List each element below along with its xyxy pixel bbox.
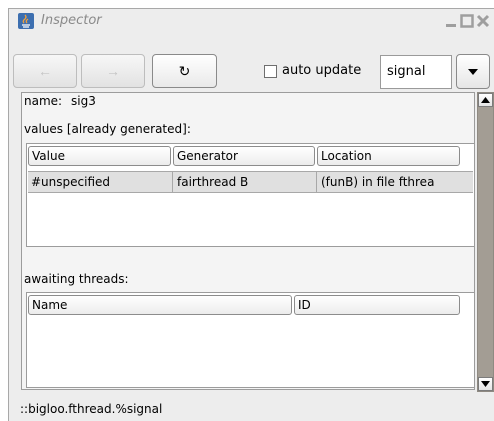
chevron-down-icon xyxy=(468,68,478,75)
arrow-up-icon xyxy=(481,97,490,103)
column-header-id[interactable]: ID xyxy=(294,295,460,315)
forward-arrow-icon: → xyxy=(106,63,120,79)
title-bar[interactable]: Inspector xyxy=(9,9,494,33)
column-header-location[interactable]: Location xyxy=(317,146,460,166)
column-divider xyxy=(316,172,317,192)
status-bar-text: ::bigloo.fthread.%signal xyxy=(20,402,163,416)
column-divider xyxy=(172,172,173,192)
auto-update-checkbox[interactable] xyxy=(264,65,277,78)
details-panel: name: sig3 values [already generated]: V… xyxy=(21,92,475,390)
forward-button[interactable]: → xyxy=(81,54,145,88)
window-title: Inspector xyxy=(41,13,102,28)
back-button[interactable]: ← xyxy=(13,54,77,88)
column-header-value[interactable]: Value xyxy=(28,146,171,166)
column-header-generator[interactable]: Generator xyxy=(173,146,315,166)
values-section-title: values [already generated]: xyxy=(24,122,191,136)
type-dropdown-button[interactable] xyxy=(456,54,490,89)
type-select[interactable]: signal xyxy=(380,55,452,89)
table-row[interactable]: #unspecified fairthread B (funB) in file… xyxy=(28,171,473,193)
minimize-icon[interactable] xyxy=(444,14,458,28)
maximize-icon[interactable] xyxy=(460,14,474,28)
cell-value: #unspecified xyxy=(31,175,111,189)
java-icon xyxy=(18,13,34,29)
column-header-name[interactable]: Name xyxy=(28,295,292,315)
back-arrow-icon: ← xyxy=(38,63,52,79)
values-table[interactable]: Value Generator Location #unspecified fa… xyxy=(26,143,475,247)
refresh-button[interactable]: ↻ xyxy=(152,54,217,88)
name-value: sig3 xyxy=(71,94,96,108)
scroll-up-button[interactable] xyxy=(478,93,493,107)
scroll-down-button[interactable] xyxy=(478,377,493,391)
close-icon[interactable] xyxy=(476,14,490,28)
toolbar: ← → ↻ auto update signal xyxy=(9,33,494,95)
cell-generator: fairthread B xyxy=(177,175,249,189)
inspector-window: Inspector ← → ↻ auto update signal name:… xyxy=(8,8,494,421)
arrow-down-icon xyxy=(481,381,490,387)
refresh-icon: ↻ xyxy=(178,62,191,79)
name-label: name: xyxy=(24,94,63,108)
auto-update-label[interactable]: auto update xyxy=(282,63,361,78)
vertical-scrollbar[interactable] xyxy=(477,92,494,392)
threads-table[interactable]: Name ID xyxy=(26,292,475,388)
threads-section-title: awaiting threads: xyxy=(24,272,129,286)
cell-location: (funB) in file fthrea xyxy=(321,175,435,189)
